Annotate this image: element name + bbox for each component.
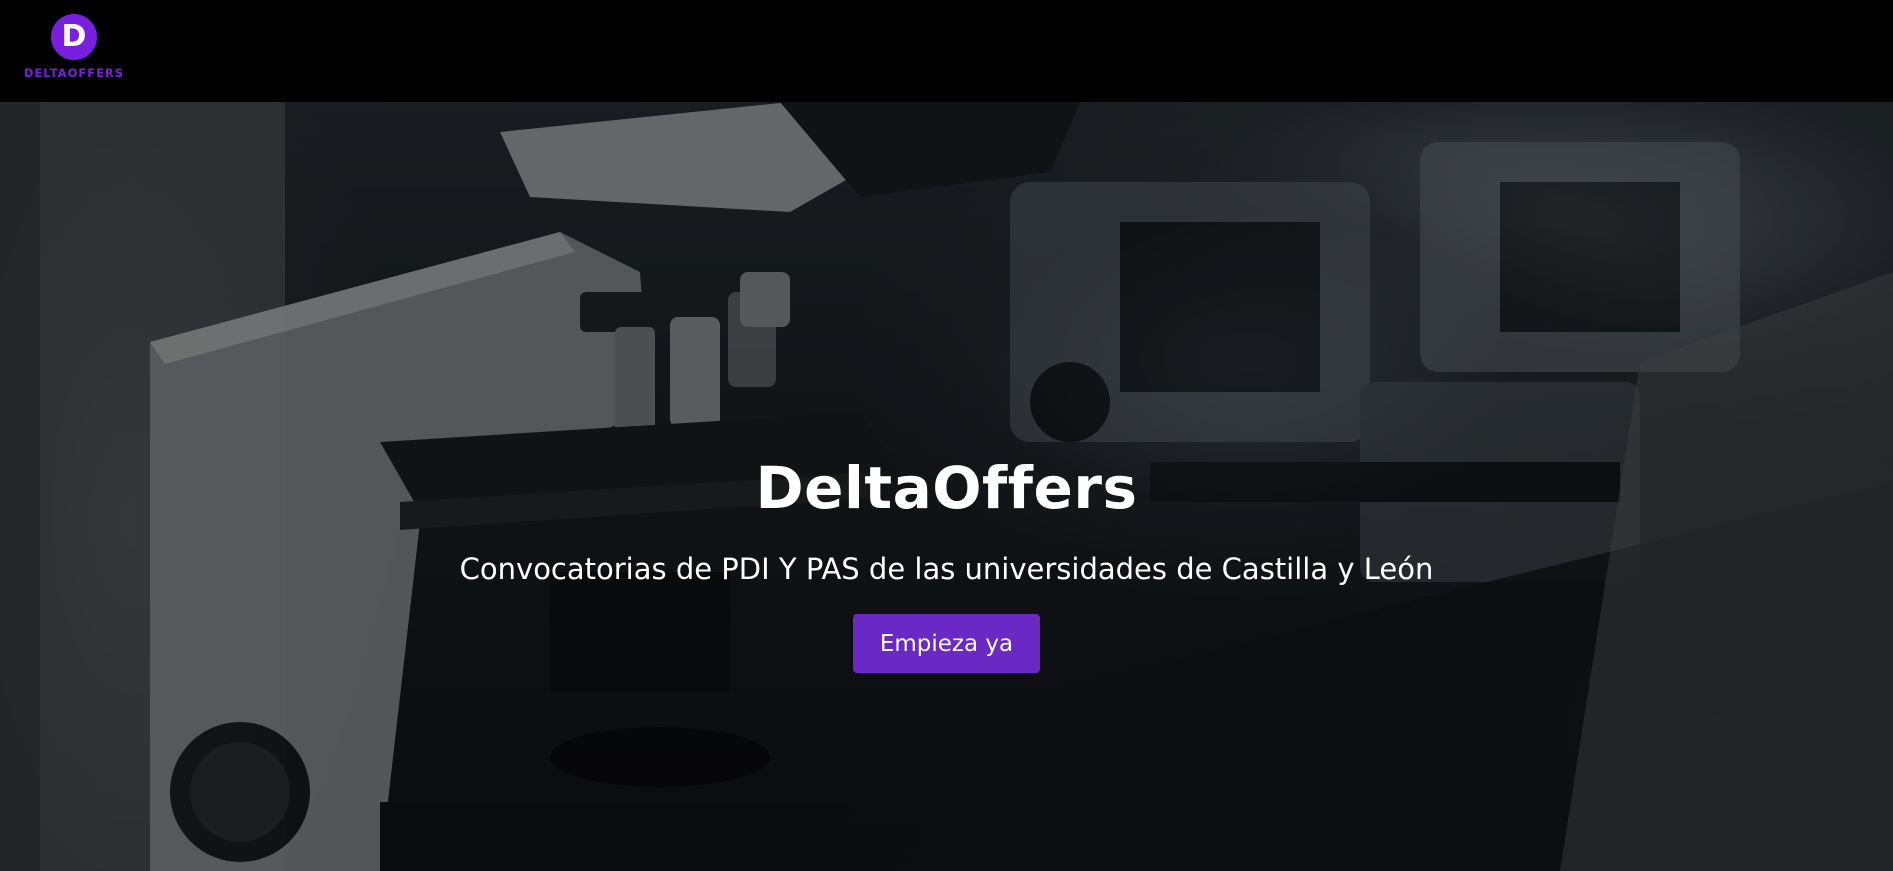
- logo-icon: D: [51, 14, 97, 60]
- hero-section: DeltaOffers Convocatorias de PDI Y PAS d…: [0, 102, 1893, 871]
- start-now-button-label: Empieza ya: [879, 630, 1014, 657]
- hero-content: DeltaOffers Convocatorias de PDI Y PAS d…: [0, 102, 1893, 871]
- hero-subtitle: Convocatorias de PDI Y PAS de las univer…: [459, 552, 1434, 586]
- start-now-button[interactable]: Empieza ya: [853, 614, 1040, 673]
- hero-title: DeltaOffers: [755, 454, 1138, 522]
- logo-icon-letter: D: [61, 19, 87, 54]
- logo-wordmark: DELTAOFFERS: [23, 66, 125, 80]
- top-navbar: D DELTAOFFERS: [0, 0, 1893, 102]
- site-logo[interactable]: D DELTAOFFERS: [20, 14, 128, 80]
